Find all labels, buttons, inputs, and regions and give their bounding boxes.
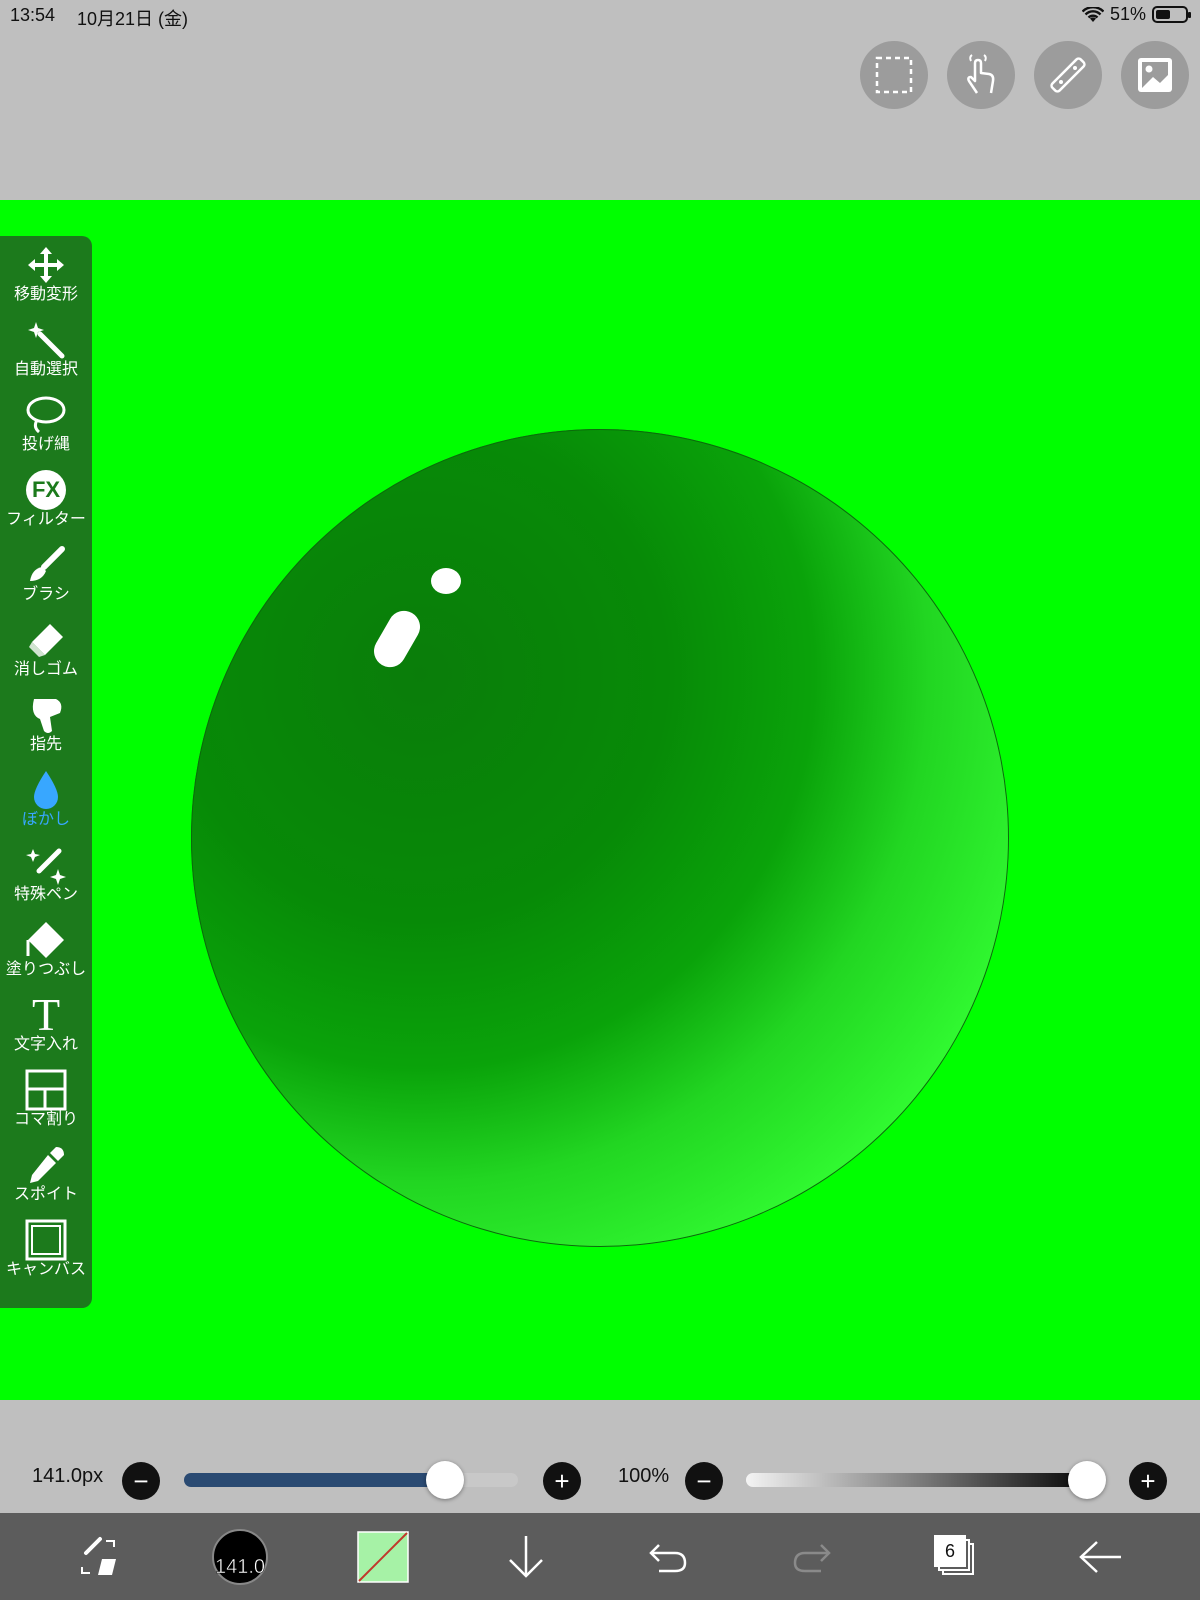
tool-frame-divider[interactable]: コマ割り [0,1061,92,1136]
drawing-canvas[interactable] [0,200,1200,1400]
tool-label: ブラシ [22,586,70,603]
tool-label: コマ割り [13,1111,78,1128]
redo-icon [793,1544,831,1573]
redo-button[interactable] [790,1532,834,1582]
pen-eraser-swap-button[interactable] [74,1532,124,1582]
bottom-toolbar [0,1513,1200,1600]
size-decrease-button[interactable]: − [122,1462,160,1500]
tool-lasso[interactable]: 投げ縄 [0,386,92,461]
move-transform-icon [28,247,64,283]
magic-wand-icon [28,322,65,359]
tool-magic-wand[interactable]: 自動選択 [0,311,92,386]
arrow-left-icon [1079,1541,1121,1573]
tool-label: 投げ縄 [21,436,70,453]
status-bar: 13:54 10月21日 (金) 51% [0,0,1200,30]
tool-finger[interactable]: 指先 [0,686,92,761]
color-swatch-icon [357,1531,409,1583]
slider-panel [0,1400,1200,1513]
selection-icon [875,56,913,94]
touch-icon [967,54,995,94]
fx-icon: FX [26,470,66,510]
fill-bucket-icon [26,922,64,958]
tool-label: 文字入れ [13,1036,78,1053]
tool-text[interactable]: T 文字入れ [0,986,92,1061]
text-icon: T [31,989,61,1040]
undo-button[interactable] [646,1532,690,1582]
tool-label: キャンバス [5,1261,86,1278]
canvas-icon [25,1219,67,1261]
pen-eraser-swap-icon [81,1537,116,1575]
tool-special-pen[interactable]: 特殊ペン [0,836,92,911]
eraser-icon [29,624,63,657]
tool-palette: 移動変形 自動選択 投げ縄 FX フィルター ブラシ 消しゴム 指先 ぼかし 特… [0,236,92,1308]
opacity-slider-thumb[interactable] [1068,1461,1106,1499]
status-date: 10月21日 (金) [77,9,189,29]
brush-preview-size: 141.0 [214,1556,266,1579]
tool-fill[interactable]: 塗りつぶし [0,911,92,986]
image-icon [1138,58,1172,92]
opacity-label: 100% [618,1465,670,1487]
brush-size-slider[interactable] [184,1473,518,1487]
tool-label: フィルター [6,511,86,528]
download-button[interactable] [504,1532,548,1582]
status-right: 51% [1081,4,1191,25]
plus-icon: + [554,1466,570,1496]
tool-label: 指先 [29,736,62,753]
ruler-button[interactable] [1034,41,1102,109]
ruler-icon [1050,57,1086,93]
back-button[interactable] [1078,1532,1124,1582]
tool-label: ぼかし [21,811,70,828]
battery-percent: 51% [1109,4,1146,24]
layer-count: 6 [944,1540,955,1561]
blur-drop-icon [34,771,58,809]
tool-label: 自動選択 [13,361,78,378]
brush-preview-circle: 141.0 [212,1529,268,1585]
opacity-slider[interactable] [746,1473,1096,1487]
green-sphere-artwork [191,429,1009,1247]
tool-label: 移動変形 [13,286,78,303]
undo-icon [649,1544,687,1573]
status-time: 13:54 [10,5,56,25]
tool-move-transform[interactable]: 移動変形 [0,236,92,311]
tool-brush[interactable]: ブラシ [0,536,92,611]
arrow-down-icon [509,1536,543,1578]
tool-label: 特殊ペン [13,886,78,903]
tool-label: スポイト [13,1186,78,1203]
selection-button[interactable] [860,41,928,109]
minus-icon: − [696,1466,712,1496]
lasso-icon [26,396,66,434]
layers-icon: 6 [934,1535,978,1579]
frame-divider-icon [25,1069,67,1111]
image-button[interactable] [1121,41,1189,109]
tool-label: 塗りつぶし [5,961,87,978]
tool-canvas[interactable]: キャンバス [0,1211,92,1286]
battery-icon [1152,6,1191,23]
brush-size-slider-thumb[interactable] [425,1461,464,1499]
tool-eyedropper[interactable]: スポイト [0,1136,92,1211]
opacity-increase-button[interactable]: + [1129,1462,1167,1500]
color-swatch-button[interactable] [357,1531,409,1583]
size-increase-button[interactable]: + [543,1462,581,1500]
special-pen-icon [26,848,66,885]
finger-icon [32,699,62,733]
brush-size-label: 141.0px [32,1465,104,1487]
tool-label: 消しゴム [13,661,78,678]
brush-preview-button[interactable]: 141.0 [210,1529,270,1585]
tool-filter[interactable]: FX フィルター [0,461,92,536]
tool-blur[interactable]: ぼかし [0,761,92,836]
tool-eraser[interactable]: 消しゴム [0,611,92,686]
highlight-dot [431,568,461,594]
plus-icon: + [1140,1466,1156,1496]
minus-icon: − [133,1466,149,1496]
brush-icon [30,546,65,581]
touch-button[interactable] [947,41,1015,109]
layers-button[interactable]: 6 [932,1532,980,1582]
brush-size-slider-fill [184,1473,445,1487]
opacity-decrease-button[interactable]: − [685,1462,723,1500]
eyedropper-icon [30,1147,64,1183]
wifi-icon [1081,6,1104,22]
